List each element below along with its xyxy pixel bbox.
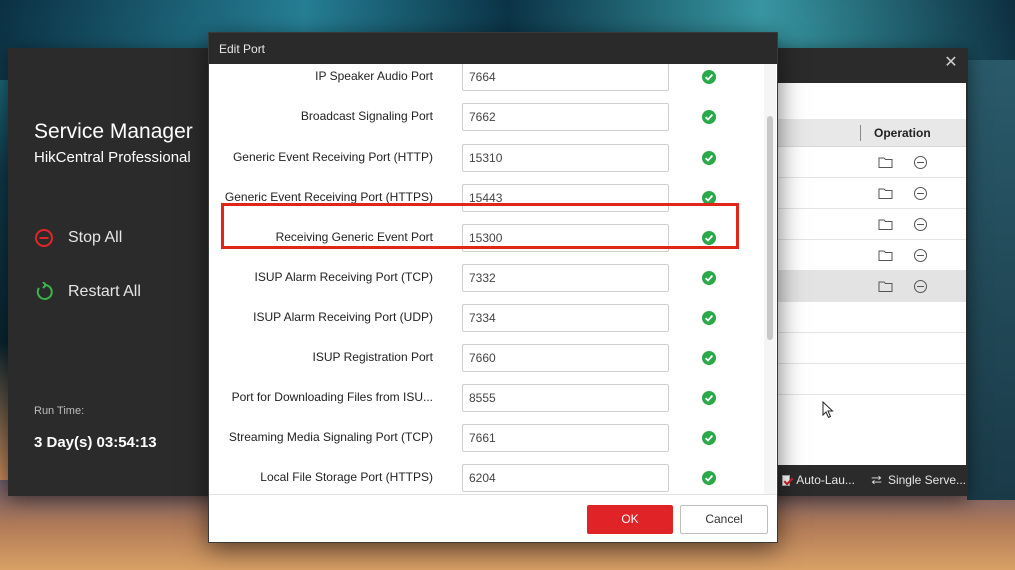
folder-icon[interactable]: [878, 155, 893, 170]
valid-check-icon: [702, 151, 716, 165]
service-row[interactable]: [778, 209, 966, 240]
stop-service-icon[interactable]: [913, 248, 928, 263]
port-label: ISUP Alarm Receiving Port (UDP): [253, 310, 433, 324]
scrollbar-thumb[interactable]: [767, 116, 773, 340]
column-divider: [860, 125, 861, 141]
port-row-generic-event-http: Generic Event Receiving Port (HTTP) 1531…: [209, 143, 769, 173]
valid-check-icon: [702, 271, 716, 285]
auto-launch-checkbox[interactable]: [782, 474, 791, 486]
folder-icon[interactable]: [878, 279, 893, 294]
close-icon[interactable]: ✕: [944, 55, 958, 71]
scrollbar[interactable]: [764, 64, 776, 494]
port-label: Local File Storage Port (HTTPS): [260, 470, 433, 484]
port-row-streaming-media-signaling: Streaming Media Signaling Port (TCP) 766…: [209, 423, 769, 453]
service-row[interactable]: [778, 240, 966, 271]
port-input[interactable]: 6204: [462, 464, 669, 492]
service-row[interactable]: [778, 333, 966, 364]
auto-launch-label[interactable]: Auto-Lau...: [796, 473, 855, 487]
stop-icon: [35, 229, 53, 247]
port-label: Streaming Media Signaling Port (TCP): [228, 430, 433, 444]
cancel-button[interactable]: Cancel: [680, 505, 768, 534]
port-input[interactable]: 7332: [462, 264, 669, 292]
port-label: Broadcast Signaling Port: [300, 109, 433, 123]
service-row[interactable]: [778, 178, 966, 209]
stop-service-icon[interactable]: [913, 279, 928, 294]
port-label: Generic Event Receiving Port (HTTP): [232, 150, 433, 164]
stop-service-icon[interactable]: [913, 217, 928, 232]
valid-check-icon: [702, 391, 716, 405]
run-time-value: 3 Day(s) 03:54:13: [34, 434, 157, 451]
port-input[interactable]: 8555: [462, 384, 669, 412]
port-label: ISUP Registration Port: [312, 350, 434, 364]
swap-icon[interactable]: [871, 474, 882, 486]
port-row-isup-registration: ISUP Registration Port 7660: [209, 343, 769, 373]
valid-check-icon: [702, 351, 716, 365]
port-input[interactable]: 15310: [462, 144, 669, 172]
port-row-local-file-storage: Local File Storage Port (HTTPS) 6204: [209, 463, 769, 493]
edit-port-dialog: Edit Port IP Speaker Audio Port 7664 Bro…: [208, 32, 778, 543]
folder-icon[interactable]: [878, 248, 893, 263]
folder-icon[interactable]: [878, 217, 893, 232]
port-input[interactable]: 7662: [462, 103, 669, 131]
port-label: ISUP Alarm Receiving Port (TCP): [254, 270, 434, 284]
list-header: Operation: [778, 119, 966, 147]
port-label: Port for Downloading Files from ISU...: [231, 390, 433, 404]
port-label: Generic Event Receiving Port (HTTPS): [224, 190, 433, 204]
valid-check-icon: [702, 431, 716, 445]
valid-check-icon: [702, 311, 716, 325]
service-row[interactable]: [778, 147, 966, 178]
valid-check-icon: [702, 471, 716, 485]
service-row-selected[interactable]: [778, 271, 966, 302]
restart-icon: [36, 282, 53, 300]
ok-button[interactable]: OK: [587, 505, 673, 534]
service-row[interactable]: [778, 364, 966, 395]
dialog-footer: OK Cancel: [209, 494, 777, 542]
valid-check-icon: [702, 110, 716, 124]
dialog-body: IP Speaker Audio Port 7664 Broadcast Sig…: [209, 64, 777, 494]
service-list: Operation: [778, 83, 966, 465]
app-subtitle: HikCentral Professional: [34, 149, 191, 166]
service-row[interactable]: [778, 302, 966, 333]
port-input[interactable]: 7334: [462, 304, 669, 332]
mouse-cursor-icon: [822, 401, 834, 419]
run-time-label: Run Time:: [34, 405, 85, 417]
desktop-edge: [967, 60, 1015, 500]
stop-all-label: Stop All: [68, 229, 123, 246]
port-row-broadcast-signaling: Broadcast Signaling Port 7662: [209, 102, 769, 132]
folder-icon[interactable]: [878, 186, 893, 201]
stop-all-button[interactable]: Stop All: [34, 228, 122, 248]
port-row-isup-alarm-udp: ISUP Alarm Receiving Port (UDP) 7334: [209, 303, 769, 333]
stop-service-icon[interactable]: [913, 186, 928, 201]
app-title: Service Manager: [34, 120, 193, 143]
stop-service-icon[interactable]: [913, 155, 928, 170]
service-manager-footer: Auto-Lau... Single Serve...: [778, 465, 966, 495]
valid-check-icon: [702, 70, 716, 84]
restart-all-label: Restart All: [68, 283, 141, 300]
port-row-isup-alarm-tcp: ISUP Alarm Receiving Port (TCP) 7332: [209, 263, 769, 293]
port-input[interactable]: 7664: [462, 64, 669, 91]
port-input[interactable]: 7661: [462, 424, 669, 452]
port-row-isup-download: Port for Downloading Files from ISU... 8…: [209, 383, 769, 413]
highlight-annotation: [221, 203, 739, 249]
single-server-label[interactable]: Single Serve...: [888, 473, 966, 487]
restart-all-button[interactable]: Restart All: [34, 282, 141, 302]
port-label: IP Speaker Audio Port: [315, 69, 433, 83]
dialog-title: Edit Port: [209, 33, 777, 64]
operation-column-header: Operation: [874, 126, 931, 140]
port-row-ip-speaker-audio: IP Speaker Audio Port 7664: [209, 64, 769, 92]
port-input[interactable]: 7660: [462, 344, 669, 372]
